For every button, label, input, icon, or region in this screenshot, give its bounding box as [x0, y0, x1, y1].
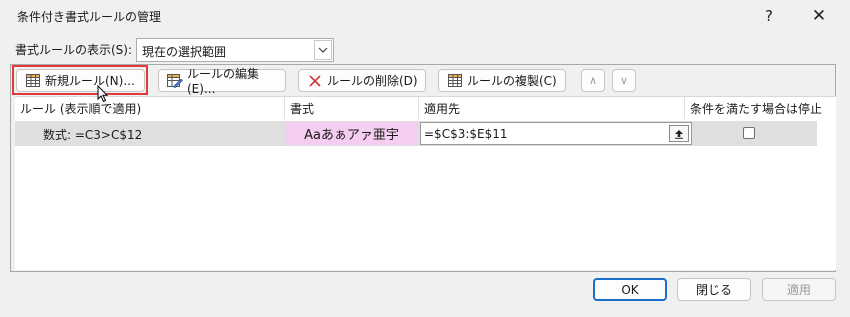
dialog-titlebar: 条件付き書式ルールの管理 ? ✕	[0, 0, 850, 32]
edit-rule-button[interactable]: ルールの編集(E)...	[158, 67, 286, 96]
chevron-down-icon[interactable]	[314, 40, 332, 60]
move-down-label: ∨	[619, 74, 629, 87]
ok-button[interactable]: OK	[593, 278, 667, 301]
move-up-label: ∧	[588, 74, 598, 87]
scope-label: 書式ルールの表示(S):	[15, 43, 133, 57]
applies-to-value: =$C$3:$E$11	[424, 127, 508, 141]
scope-select-value: 現在の選択範囲	[142, 45, 227, 59]
apply-button[interactable]: 適用	[762, 278, 836, 301]
scope-select[interactable]: 現在の選択範囲	[136, 38, 334, 62]
format-preview: Aaあぁアァ亜宇	[285, 122, 418, 145]
move-up-button[interactable]: ∧	[581, 69, 605, 92]
table-row[interactable]: 数式: =C3>C$12 Aaあぁアァ亜宇 =$C$3:$E$11	[15, 121, 817, 146]
mouse-cursor-icon	[97, 85, 109, 103]
duplicate-rule-button[interactable]: ルールの複製(C)	[438, 69, 566, 92]
column-header-rule: ルール (表示順で適用)	[15, 97, 285, 119]
move-down-button[interactable]: ∨	[612, 69, 636, 92]
delete-x-icon	[307, 74, 323, 88]
range-select-icon[interactable]	[669, 125, 689, 142]
column-header-stop-if-true: 条件を満たす場合は停止	[690, 102, 823, 116]
duplicate-rule-label: ルールの複製(C)	[467, 74, 557, 88]
stop-if-true-checkbox[interactable]	[743, 127, 755, 139]
table-new-icon	[25, 74, 41, 88]
table-duplicate-icon	[447, 74, 463, 88]
rule-condition: 数式: =C3>C$12	[43, 128, 143, 142]
dialog-title: 条件付き書式ルールの管理	[17, 10, 162, 24]
column-header-format: 書式	[285, 97, 419, 119]
new-rule-button[interactable]: 新規ルール(N)...	[16, 69, 145, 92]
column-header-applies-to: 適用先	[419, 97, 685, 119]
delete-rule-label: ルールの削除(D)	[327, 74, 418, 88]
close-button[interactable]: 閉じる	[677, 278, 751, 301]
table-edit-icon	[167, 73, 183, 88]
rules-grid: ルール (表示順で適用) 書式 適用先 条件を満たす場合は停止 数式: =C3>…	[15, 96, 836, 270]
applies-to-input[interactable]: =$C$3:$E$11	[420, 122, 692, 145]
help-button[interactable]: ?	[747, 0, 791, 32]
new-rule-label: 新規ルール(N)...	[45, 74, 135, 88]
close-window-button[interactable]: ✕	[797, 0, 841, 32]
delete-rule-button[interactable]: ルールの削除(D)	[298, 69, 426, 92]
edit-rule-label: ルールの編集(E)...	[187, 67, 260, 96]
